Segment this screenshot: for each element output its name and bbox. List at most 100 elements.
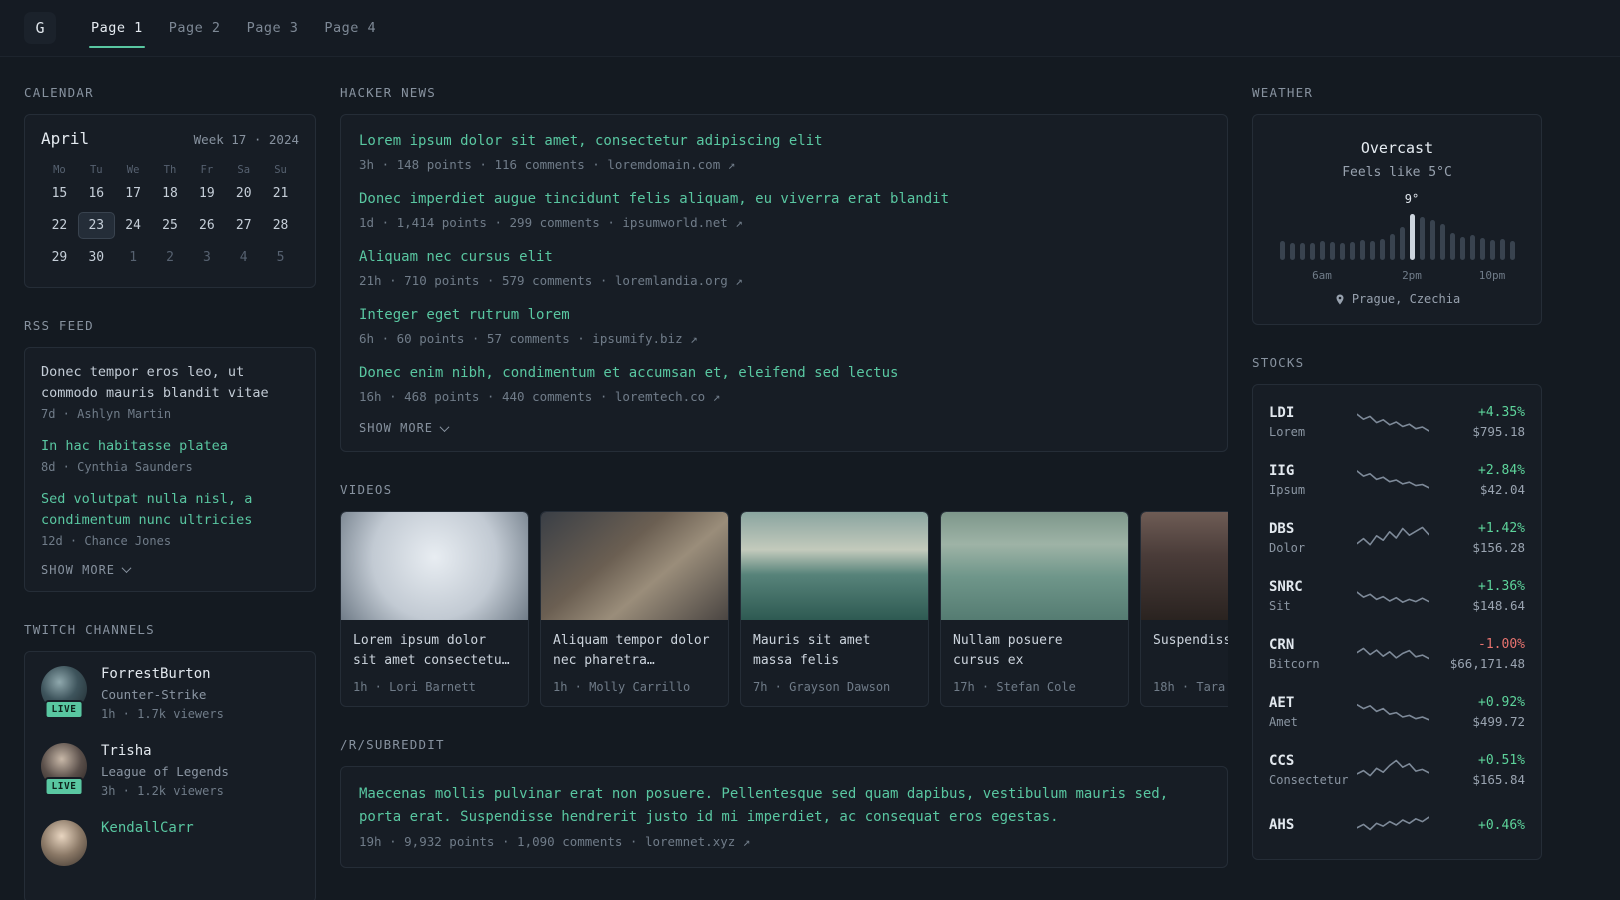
rss-item-title[interactable]: In hac habitasse platea (41, 436, 299, 457)
video-card-body: Lorem ipsum dolor sit amet consectetu… 1h… (341, 620, 528, 706)
weather-bar-slot: 9° (1405, 192, 1419, 260)
hn-show-more-button[interactable]: SHOW MORE (359, 421, 1209, 435)
channel-name[interactable]: KendallCarr (101, 820, 194, 836)
twitch-card: LIVE ForrestBurton Counter-Strike 1h · 1.7k… (24, 650, 316, 900)
twitch-channel-row[interactable]: KendallCarr (41, 819, 299, 866)
sparkline-chart (1357, 526, 1429, 546)
weather-bar (1329, 242, 1335, 260)
channel-avatar-wrap: LIVE (41, 665, 87, 719)
stock-values: -1.00% $66,171.48 (1431, 637, 1525, 671)
sparkline-chart (1357, 816, 1429, 831)
twitch-channels: LIVE ForrestBurton Counter-Strike 1h · 1.7k… (41, 665, 299, 866)
video-card[interactable]: Mauris sit amet massa felis 7h · Grayson … (740, 511, 929, 707)
weather-bar (1309, 243, 1315, 260)
stock-symbol: CRN (1269, 637, 1295, 653)
stock-row[interactable]: SNRC Sit +1.36% $148.64 (1269, 567, 1525, 625)
calendar-day: 17 (125, 186, 141, 201)
hn-item-title[interactable]: Integer eget rutrum lorem (359, 305, 1209, 326)
rss-show-more-button[interactable]: SHOW MORE (41, 563, 299, 577)
video-title[interactable]: Mauris sit amet massa felis (753, 631, 916, 671)
channel-name[interactable]: Trisha (101, 743, 229, 759)
weather-bar (1349, 242, 1355, 260)
hn-item-title[interactable]: Donec enim nibh, condimentum et accumsan… (359, 363, 1209, 384)
stock-row[interactable]: IIG Ipsum +2.84% $42.04 (1269, 451, 1525, 509)
stock-change: +4.35% (1478, 405, 1525, 420)
hn-item: Aliquam nec cursus elit 21h · 710 points … (359, 247, 1209, 288)
hn-item-title[interactable]: Lorem ipsum dolor sit amet, consectetur … (359, 131, 1209, 152)
weather-bar-slot (1317, 212, 1327, 260)
stock-row[interactable]: CRN Bitcorn -1.00% $66,171.48 (1269, 625, 1525, 683)
calendar-day: 21 (272, 186, 289, 201)
stock-price: $499.72 (1472, 714, 1525, 729)
weather-bar-slot (1447, 212, 1457, 260)
weather-bar-slot (1387, 212, 1397, 260)
calendar-day: 2 (166, 250, 174, 265)
video-cards: Lorem ipsum dolor sit amet consectetu… 1h… (340, 511, 1228, 707)
twitch-channel-row[interactable]: LIVE Trisha League of Legends 3h · 1.2k vie… (41, 742, 299, 798)
hn-item-title[interactable]: Aliquam nec cursus elit (359, 247, 1209, 268)
channel-info: KendallCarr (101, 820, 194, 866)
video-card-body: Nullam posuere cursus ex 17h · Stefan Col… (941, 620, 1128, 706)
video-title[interactable]: Nullam posuere cursus ex (953, 631, 1116, 671)
subreddit-item-title[interactable]: Maecenas mollis pulvinar erat non posuer… (359, 783, 1209, 829)
tab-page-1[interactable]: Page 1 (78, 0, 156, 56)
stock-symbol: CCS (1269, 753, 1295, 769)
rss-item-title[interactable]: Donec tempor eros leo, ut commodo mauris… (41, 362, 299, 404)
video-card[interactable]: Nullam posuere cursus ex 17h · Stefan Col… (940, 511, 1129, 707)
weather-bar-slot (1297, 212, 1307, 260)
video-title[interactable]: Aliquam tempor dolor nec pharetra… (553, 631, 716, 671)
weather-bar-slot (1347, 212, 1357, 260)
weather-bar-slot (1497, 212, 1507, 260)
video-card[interactable]: Lorem ipsum dolor sit amet consectetu… 1h… (340, 511, 529, 707)
left-column: CALENDAR April Week 17 · 2024 Mo Tu We Th Fr… (24, 85, 316, 900)
weather-bar (1359, 240, 1365, 260)
stock-id: CRN Bitcorn (1269, 637, 1355, 671)
right-column: WEATHER Overcast Feels like 5°C 9° 6am 2pm… (1252, 85, 1542, 890)
weather-bar-slot (1427, 212, 1437, 260)
stock-name: Consectetur (1269, 773, 1349, 787)
stock-row[interactable]: CCS Consectetur +0.51% $165.84 (1269, 741, 1525, 799)
calendar-day: 15 (51, 186, 68, 201)
rss-item-title[interactable]: Sed volutpat nulla nisl, a condimentum n… (41, 489, 299, 531)
stock-row[interactable]: DBS Dolor +1.42% $156.28 (1269, 509, 1525, 567)
weather-bar (1379, 239, 1385, 260)
stock-id: SNRC Sit (1269, 579, 1355, 613)
weather-bar (1399, 227, 1405, 260)
video-title[interactable]: Suspendisse diam (1153, 631, 1228, 671)
stock-symbol: DBS (1269, 521, 1295, 537)
stock-row[interactable]: AHS +0.46% (1269, 799, 1525, 851)
weather-bar (1499, 239, 1505, 260)
hn-item-title[interactable]: Donec imperdiet augue tincidunt felis al… (359, 189, 1209, 210)
video-card[interactable]: Suspendisse diam 18h · Tara (1140, 511, 1228, 707)
video-title[interactable]: Lorem ipsum dolor sit amet consectetu… (353, 631, 516, 671)
subreddit-card: Maecenas mollis pulvinar erat non posuer… (340, 766, 1228, 869)
hn-item-meta: 3h · 148 points · 116 comments · loremdo… (359, 157, 736, 172)
stock-row[interactable]: AET Amet +0.92% $499.72 (1269, 683, 1525, 741)
stock-sparkline (1355, 756, 1431, 784)
channel-info: ForrestBurton Counter-Strike 1h · 1.7k vie… (101, 666, 224, 721)
stock-values: +1.42% $156.28 (1431, 521, 1525, 555)
stock-row[interactable]: LDI Lorem +4.35% $795.18 (1269, 393, 1525, 451)
video-card[interactable]: Aliquam tempor dolor nec pharetra… 1h · M… (540, 511, 729, 707)
tab-page-2[interactable]: Page 2 (156, 0, 234, 56)
stock-symbol: AET (1269, 695, 1295, 711)
stock-change: +2.84% (1478, 463, 1525, 478)
calendar-day: 22 (51, 218, 68, 233)
weather-time-label: 6am (1312, 269, 1332, 282)
calendar-day: 19 (199, 186, 215, 201)
rss-items: Donec tempor eros leo, ut commodo mauris… (41, 362, 299, 548)
stock-values: +2.84% $42.04 (1431, 463, 1525, 497)
tab-page-4[interactable]: Page 4 (311, 0, 389, 56)
stock-id: AHS (1269, 817, 1355, 833)
stocks-widget: STOCKS LDI Lorem +4.35% $795.18 IIG Ipsum +2.8… (1252, 355, 1542, 860)
app-logo[interactable]: G (24, 12, 56, 44)
section-title-stocks: STOCKS (1252, 355, 1305, 370)
calendar-dow-label: Th (163, 164, 177, 176)
weather-widget: WEATHER Overcast Feels like 5°C 9° 6am 2pm… (1252, 85, 1542, 325)
channel-name[interactable]: ForrestBurton (101, 666, 224, 682)
weather-bar (1439, 224, 1445, 260)
weather-bar-slot (1507, 212, 1517, 260)
calendar-day: 24 (125, 218, 141, 233)
twitch-channel-row[interactable]: LIVE ForrestBurton Counter-Strike 1h · 1.7k… (41, 665, 299, 721)
tab-page-3[interactable]: Page 3 (234, 0, 312, 56)
